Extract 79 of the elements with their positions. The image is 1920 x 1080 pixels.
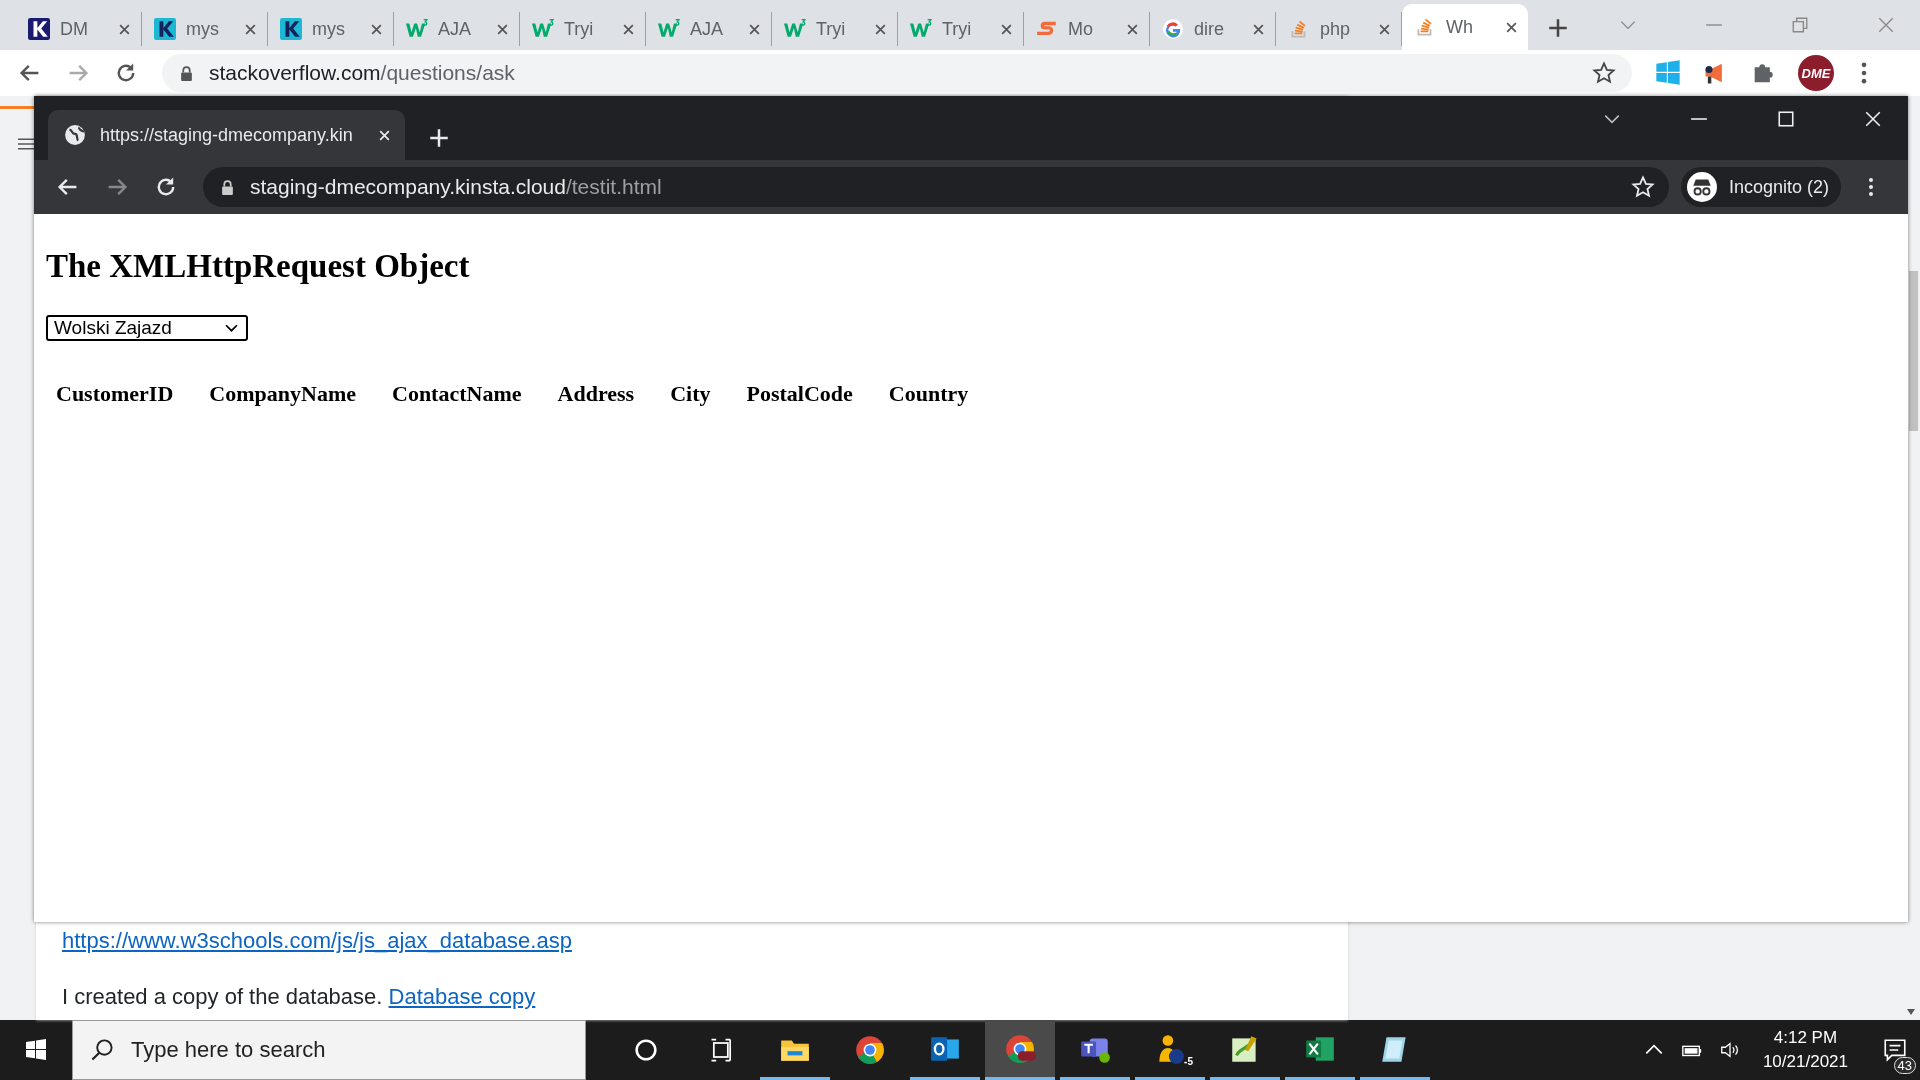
link[interactable]: https://www.w3schools.com/js/js_ajax_database.asp: [62, 928, 572, 954]
browser-tab[interactable]: Tryi: [898, 12, 1024, 46]
lock-icon: [221, 179, 234, 195]
tab-title: mys: [186, 18, 220, 40]
chevron-down-icon: [225, 323, 238, 333]
link[interactable]: Database copy: [388, 984, 536, 1009]
column-header: CompanyName: [209, 381, 357, 407]
k-letter-icon: [154, 18, 176, 40]
menu-icon[interactable]: [18, 136, 34, 152]
tab-title: mys: [312, 18, 346, 40]
column-header: PostalCode: [746, 381, 854, 407]
browser-tab[interactable]: mys: [142, 12, 268, 46]
chrome-icon: [853, 1033, 887, 1067]
w3-icon: [532, 18, 554, 40]
tab-title: AJA: [690, 18, 724, 40]
new-tab-icon[interactable]: [1548, 18, 1568, 38]
url-text: staging-dmecompany.kinsta.cloud/testit.html: [250, 175, 662, 199]
scrollbar-thumb[interactable]: [1909, 271, 1918, 431]
windows-start-icon[interactable]: [24, 1038, 48, 1062]
column-header: ContactName: [392, 381, 523, 407]
browser-tab[interactable]: DM: [16, 12, 142, 46]
w3-icon: [910, 18, 932, 40]
browser-tab[interactable]: Wh: [1402, 4, 1528, 50]
scroll-down-icon[interactable]: [1906, 1008, 1916, 1016]
k-letter-icon: [28, 18, 50, 40]
paragraph: I created a copy of the database. Database copy: [62, 984, 537, 1010]
browser-tab[interactable]: AJA: [394, 12, 520, 46]
tab-title: AJA: [438, 18, 472, 40]
browser-tab[interactable]: Mo: [1024, 12, 1150, 46]
column-header: City: [670, 381, 712, 407]
customer-select[interactable]: Wolski Zajazd: [46, 315, 248, 341]
chrome-dme-app-button[interactable]: [985, 1020, 1055, 1080]
tab-title: Wh: [1446, 16, 1474, 38]
search-icon: [90, 1038, 114, 1062]
tab-title: DM: [60, 18, 89, 40]
column-header: CustomerID: [56, 381, 175, 407]
maximize-icon[interactable]: [1777, 110, 1795, 128]
w3-icon: [658, 18, 680, 40]
incognito-button[interactable]: Incognito (2): [1680, 167, 1841, 207]
address-bar[interactable]: staging-dmecompany.kinsta.cloud/testit.html: [203, 167, 1669, 207]
column-header: Address: [557, 381, 636, 407]
cortana-icon[interactable]: [632, 1036, 660, 1064]
browser-tab[interactable]: https://staging-dmecompany.kin: [48, 110, 405, 160]
tab-title: Tryi: [564, 18, 595, 40]
address-bar[interactable]: stackoverflow.com/questions/ask: [162, 54, 1632, 92]
clock[interactable]: 4:12 PM 10/21/2021: [1762, 1026, 1848, 1074]
notifications-button[interactable]: 43: [1870, 1020, 1920, 1080]
tab-title: Tryi: [816, 18, 847, 40]
restore-icon[interactable]: [1791, 16, 1809, 34]
browser-tab[interactable]: AJA: [646, 12, 772, 46]
tab-title: Mo: [1068, 18, 1094, 40]
message-icon: [1882, 1037, 1908, 1063]
tab-title: dire: [1194, 18, 1225, 40]
browser-tab[interactable]: Tryi: [772, 12, 898, 46]
w3-icon: [406, 18, 428, 40]
k-letter-icon: [280, 18, 302, 40]
google-g-icon: [1162, 18, 1184, 40]
duck-app-button[interactable]: -5: [1135, 1020, 1205, 1080]
notification-count: 43: [1893, 1057, 1916, 1074]
lock-icon: [180, 65, 193, 81]
star-icon[interactable]: [1592, 61, 1616, 85]
globe-icon: [64, 124, 86, 146]
top-bar-accent: [0, 106, 34, 109]
browser-tab[interactable]: mys: [268, 12, 394, 46]
search-field[interactable]: Type here to search: [72, 1020, 586, 1080]
browser-tab[interactable]: dire: [1150, 12, 1276, 46]
count-text: -5: [1184, 1056, 1193, 1067]
page-heading: The XMLHttpRequest Object: [46, 248, 471, 285]
close-icon[interactable]: [1505, 20, 1518, 34]
tab-title: Tryi: [942, 18, 973, 40]
w3-icon: [784, 18, 806, 40]
url-text: stackoverflow.com/questions/ask: [209, 61, 515, 85]
browser-tab[interactable]: Tryi: [520, 12, 646, 46]
tab-title: https://staging-dmecompany.kin: [100, 124, 354, 146]
incognito-icon: [1686, 172, 1717, 202]
profile-avatar[interactable]: DME: [1798, 55, 1834, 91]
tab-title: php: [1320, 18, 1352, 40]
volume-icon[interactable]: [1718, 1039, 1741, 1061]
column-header: Country: [888, 381, 970, 407]
